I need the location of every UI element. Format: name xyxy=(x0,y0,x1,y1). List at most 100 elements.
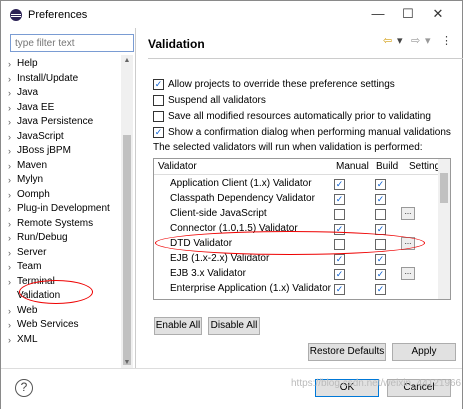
sidebar-item[interactable]: › Server xyxy=(8,246,47,260)
expand-arrow-icon[interactable]: › xyxy=(8,130,11,144)
sidebar-item-label: Server xyxy=(17,246,47,258)
maximize-button[interactable]: ☐ xyxy=(393,5,423,23)
view-menu-icon[interactable]: ⋮ xyxy=(441,34,452,47)
sidebar-item[interactable]: › Java xyxy=(8,86,39,100)
settings-button[interactable]: ... xyxy=(401,267,415,280)
expand-arrow-icon[interactable]: › xyxy=(8,260,11,274)
expand-arrow-icon[interactable]: › xyxy=(8,72,11,86)
expand-arrow-icon[interactable]: › xyxy=(8,86,11,100)
manual-checkbox[interactable]: ✓ xyxy=(334,284,345,295)
window-title: Preferences xyxy=(28,9,88,21)
help-icon[interactable]: ? xyxy=(15,379,33,397)
column-validator[interactable]: Validator xyxy=(158,161,197,172)
validator-name: EJB 3.x Validator xyxy=(170,268,246,279)
build-checkbox[interactable]: ✓ xyxy=(375,179,386,190)
sidebar-item[interactable]: › Oomph xyxy=(8,188,50,202)
minimize-button[interactable]: — xyxy=(363,5,393,23)
sidebar-item[interactable]: › Mylyn xyxy=(8,173,43,187)
apply-button[interactable]: Apply xyxy=(392,343,456,361)
sidebar-item-label: Java xyxy=(17,87,39,98)
forward-icon[interactable]: ⇨ xyxy=(411,34,420,47)
column-build[interactable]: Build xyxy=(376,161,398,172)
build-checkbox[interactable]: ✓ xyxy=(375,269,386,280)
sidebar-scrollbar[interactable]: ▲ ▼ xyxy=(121,55,133,369)
settings-button[interactable]: ... xyxy=(401,207,415,220)
table-scroll-thumb[interactable] xyxy=(440,173,448,203)
sidebar-item[interactable]: › Maven xyxy=(8,159,48,173)
expand-arrow-icon[interactable]: › xyxy=(8,159,11,173)
table-row[interactable]: Enterprise Application (1.x) Validator ✓ ✓ xyxy=(154,282,439,297)
enable-all-button[interactable]: Enable All xyxy=(154,317,202,335)
scroll-thumb[interactable] xyxy=(123,135,131,365)
table-header: Validator Manual Build Setting xyxy=(154,159,450,175)
sidebar-item[interactable]: › JavaScript xyxy=(8,130,64,144)
expand-arrow-icon[interactable]: › xyxy=(8,101,11,115)
checkbox[interactable] xyxy=(153,95,164,106)
sidebar-item[interactable]: › Web Services xyxy=(8,318,79,332)
expand-arrow-icon[interactable]: › xyxy=(8,333,11,347)
restore-defaults-button[interactable]: Restore Defaults xyxy=(308,343,386,361)
back-menu-icon[interactable]: ▾ xyxy=(397,34,403,47)
sidebar-item[interactable]: › Web xyxy=(8,304,37,318)
manual-checkbox[interactable] xyxy=(334,209,345,220)
validator-name: Application Client (1.x) Validator xyxy=(170,178,312,189)
table-row[interactable]: Client-side JavaScript... xyxy=(154,207,439,222)
scroll-up-icon[interactable]: ▲ xyxy=(121,55,133,67)
expand-arrow-icon[interactable]: › xyxy=(8,231,11,245)
expand-arrow-icon[interactable]: › xyxy=(8,144,11,158)
sidebar-item[interactable]: › Plug-in Development xyxy=(8,202,110,216)
sidebar-item-label: XML xyxy=(17,333,38,345)
page-navigation: ⇦ ▾ ⇨ ▾ ⋮ xyxy=(383,34,455,50)
manual-checkbox[interactable]: ✓ xyxy=(334,179,345,190)
expand-arrow-icon[interactable]: › xyxy=(8,202,11,216)
sidebar-item-label: Java EE xyxy=(17,101,55,113)
filter-input[interactable] xyxy=(10,34,134,52)
close-button[interactable]: ✕ xyxy=(423,5,453,23)
expand-arrow-icon[interactable]: › xyxy=(8,57,11,71)
column-manual[interactable]: Manual xyxy=(336,161,369,172)
expand-arrow-icon[interactable]: › xyxy=(8,188,11,202)
manual-checkbox[interactable]: ✓ xyxy=(334,269,345,280)
expand-arrow-icon[interactable]: › xyxy=(8,173,11,187)
build-checkbox[interactable] xyxy=(375,209,386,220)
disable-all-button[interactable]: Disable All xyxy=(208,317,260,335)
forward-menu-icon[interactable]: ▾ xyxy=(425,34,431,47)
sidebar-item[interactable]: › Team xyxy=(8,260,41,274)
sidebar-item[interactable]: › Remote Systems xyxy=(8,217,93,231)
manual-checkbox[interactable]: ✓ xyxy=(334,254,345,265)
expand-arrow-icon[interactable]: › xyxy=(8,304,11,318)
build-checkbox[interactable]: ✓ xyxy=(375,284,386,295)
sidebar-item[interactable]: › Help xyxy=(8,57,38,71)
sidebar-item-label: Web Services xyxy=(17,319,79,330)
table-row[interactable]: Classpath Dependency Validator ✓ ✓ xyxy=(154,192,439,207)
expand-arrow-icon[interactable]: › xyxy=(8,275,11,289)
table-row[interactable]: EJB 3.x Validator ✓ ✓... xyxy=(154,267,439,282)
sidebar-item-label: Maven xyxy=(17,159,48,171)
expand-arrow-icon[interactable]: › xyxy=(8,318,11,332)
back-icon[interactable]: ⇦ xyxy=(383,34,392,47)
sidebar-item[interactable]: › Java Persistence xyxy=(8,115,93,129)
sidebar-item[interactable]: › XML xyxy=(8,333,38,347)
checkbox[interactable] xyxy=(153,111,164,122)
validator-name: EJB (1.x-2.x) Validator xyxy=(170,253,270,264)
preferences-window: Preferences — ☐ ✕ › Help › Install/Update › J… xyxy=(0,0,463,409)
expand-arrow-icon[interactable]: › xyxy=(8,115,11,129)
table-row[interactable]: Application Client (1.x) Validator ✓ ✓ xyxy=(154,177,439,192)
build-checkbox[interactable]: ✓ xyxy=(375,194,386,205)
sidebar-item[interactable]: › Java EE xyxy=(8,101,55,115)
expand-arrow-icon[interactable]: › xyxy=(8,246,11,260)
table-scrollbar[interactable] xyxy=(438,159,450,299)
checkbox[interactable]: ✓ xyxy=(153,79,164,90)
expand-arrow-icon[interactable]: › xyxy=(8,217,11,231)
title-bar: Preferences — ☐ ✕ xyxy=(1,1,462,28)
sidebar-item[interactable]: › Run/Debug xyxy=(8,231,68,245)
build-checkbox[interactable]: ✓ xyxy=(375,254,386,265)
sidebar-item[interactable]: › JBoss jBPM xyxy=(8,144,71,158)
sidebar-item-label: JavaScript xyxy=(17,130,64,142)
sidebar-item-label: Plug-in Development xyxy=(17,203,110,214)
checkbox[interactable]: ✓ xyxy=(153,127,164,138)
preference-tree: › Help › Install/Update › Java › Java EE › Java P… xyxy=(1,55,121,369)
manual-checkbox[interactable]: ✓ xyxy=(334,194,345,205)
sidebar-item[interactable]: › Install/Update xyxy=(8,72,78,86)
column-settings[interactable]: Setting xyxy=(409,161,440,172)
